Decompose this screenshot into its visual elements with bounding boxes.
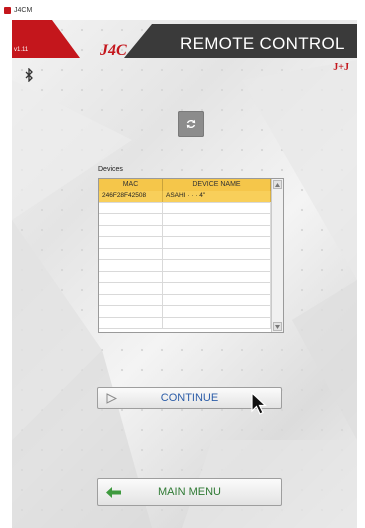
mouse-cursor-icon [251, 392, 267, 415]
app-icon [4, 6, 11, 14]
page-title: REMOTE CONTROL [180, 34, 345, 53]
table-body: 246F28F42508 ASAHI · · · 4" [99, 191, 271, 329]
cell-device-name: ASAHI · · · 4" [163, 191, 271, 202]
j4c-logo: J4C [100, 42, 127, 59]
table-header: MAC DEVICE NAME [99, 179, 271, 191]
table-scrollbar[interactable] [271, 179, 283, 332]
column-header-device-name[interactable]: DEVICE NAME [163, 179, 271, 191]
refresh-icon [186, 119, 196, 129]
table-row-empty [99, 306, 271, 318]
chevron-up-icon [275, 182, 280, 187]
table-row-selected[interactable]: 246F28F42508 ASAHI · · · 4" [99, 191, 271, 203]
table-row-empty [99, 317, 271, 329]
version-label: v1.11 [14, 47, 29, 53]
table-row-empty [99, 214, 271, 226]
jj-brand-logo: J+J [333, 62, 349, 73]
bluetooth-icon [25, 68, 33, 82]
table-row-empty [99, 202, 271, 214]
table-row-empty [99, 260, 271, 272]
table-row-empty [99, 225, 271, 237]
table-row-empty [99, 237, 271, 249]
chevron-down-icon [275, 324, 280, 329]
refresh-button[interactable] [178, 111, 204, 137]
column-header-mac[interactable]: MAC [99, 179, 163, 191]
main-content: v1.11 J4C REMOTE CONTROL J+J Devices MAC… [12, 20, 357, 528]
table-row-empty [99, 271, 271, 283]
cell-mac: 246F28F42508 [99, 191, 163, 202]
table-row-empty [99, 283, 271, 295]
scroll-down-button[interactable] [273, 322, 282, 331]
table-row-empty [99, 294, 271, 306]
main-menu-label: MAIN MENU [158, 486, 221, 498]
devices-table: MAC DEVICE NAME 246F28F42508 ASAHI · · ·… [98, 178, 284, 333]
app-window: J4CM v1.11 J4C REMOTE CONTROL J+J Device… [0, 0, 365, 528]
main-menu-button[interactable]: MAIN MENU [97, 478, 282, 506]
window-title: J4CM [14, 6, 33, 14]
devices-label: Devices [98, 166, 123, 173]
scroll-up-button[interactable] [273, 180, 282, 189]
table-row-empty [99, 248, 271, 260]
window-titlebar: J4CM [0, 0, 365, 20]
